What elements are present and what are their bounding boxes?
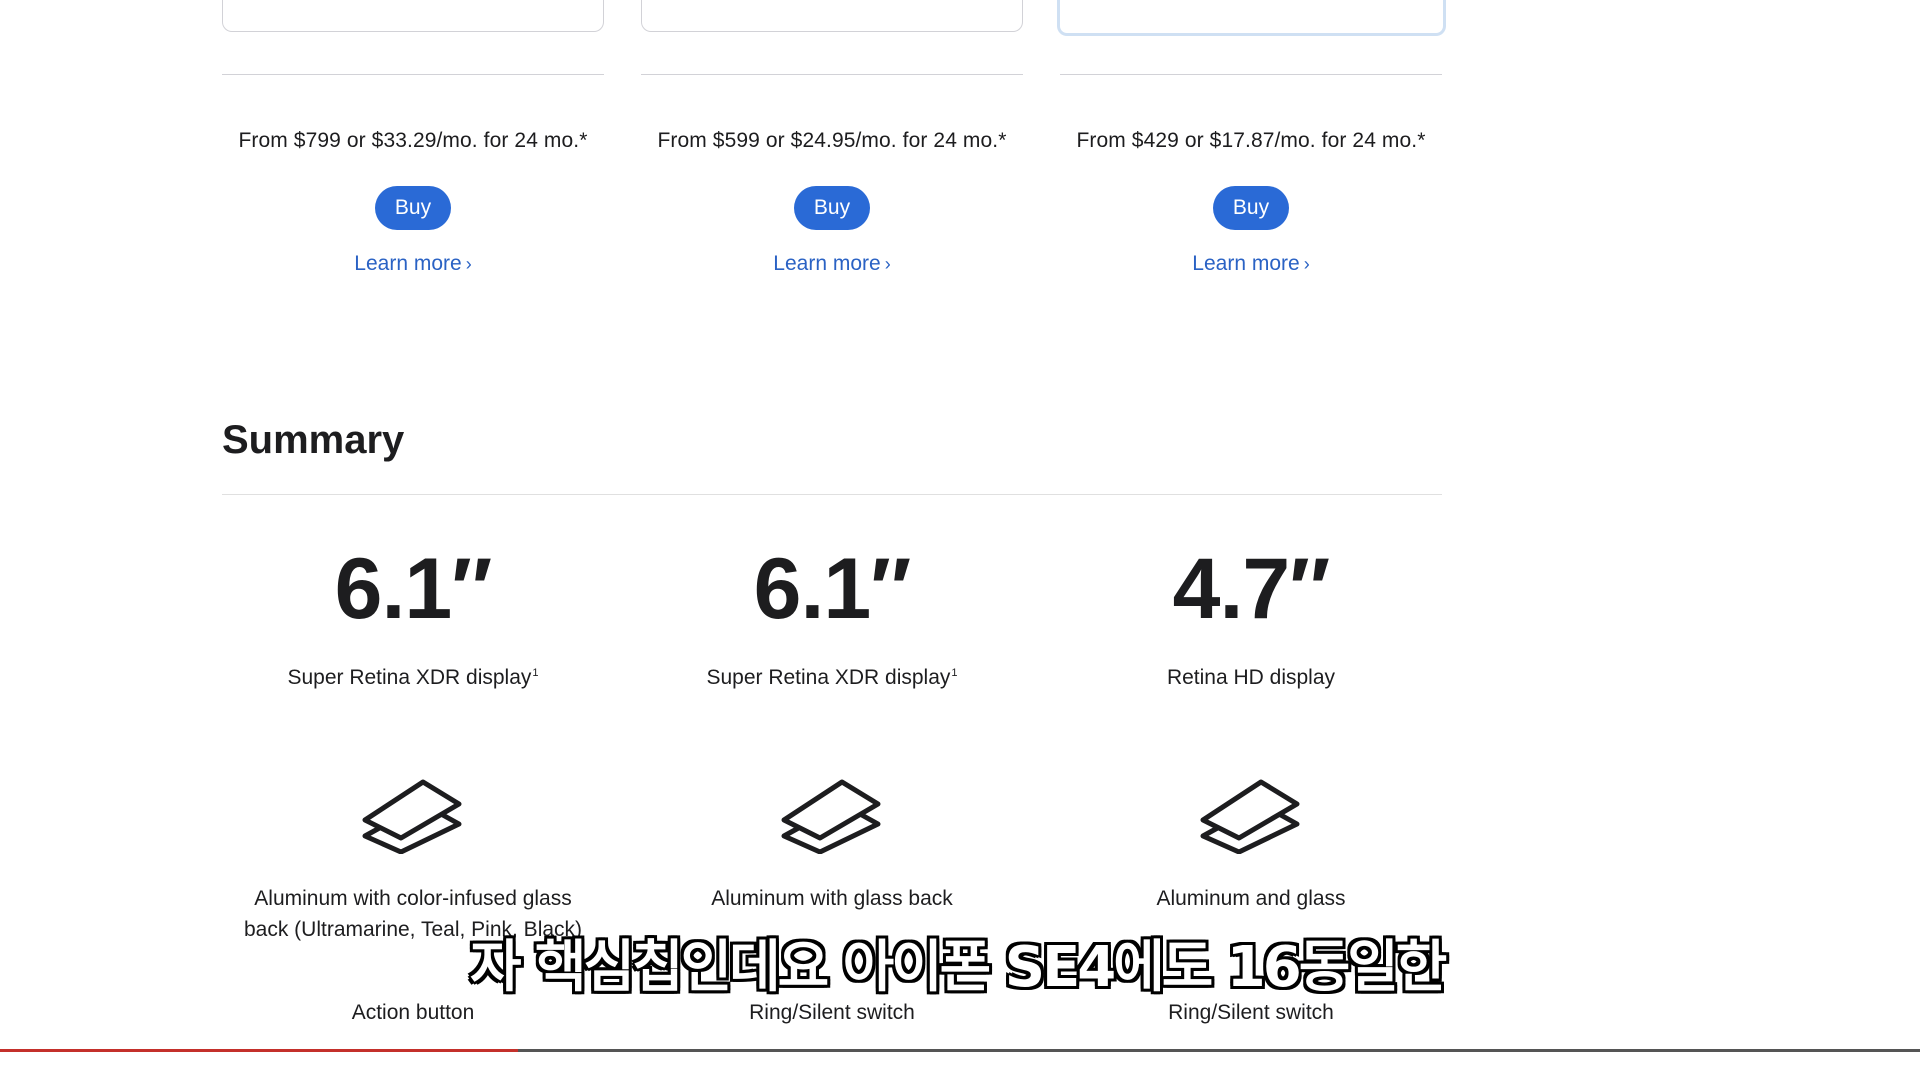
feature-text-2: Ring/Silent switch <box>749 1001 915 1024</box>
stacked-layers-icon <box>362 779 462 854</box>
screen-size-3: 4.7″ <box>1172 541 1331 637</box>
chevron-right-icon: › <box>884 254 891 274</box>
display-footnote-2: 1 <box>951 667 958 679</box>
summary-heading: Summary <box>222 418 405 462</box>
feature-text-3: Ring/Silent switch <box>1168 1001 1334 1024</box>
product-card-top-1 <box>222 0 604 32</box>
screen-size-1: 6.1″ <box>334 541 493 637</box>
column-divider-1 <box>222 74 604 75</box>
learn-more-link-2[interactable]: Learn more › <box>702 252 962 276</box>
display-type-2: Super Retina XDR display1 <box>632 666 1032 690</box>
column-divider-2 <box>641 74 1023 75</box>
buy-button-3[interactable]: Buy <box>1213 186 1289 230</box>
screen-size-2: 6.1″ <box>753 541 912 637</box>
buy-button-1[interactable]: Buy <box>375 186 451 230</box>
display-type-label-3: Retina HD display <box>1166 666 1336 689</box>
chevron-right-icon: › <box>465 254 472 274</box>
learn-more-link-3[interactable]: Learn more › <box>1121 252 1381 276</box>
column-divider-3 <box>1060 74 1442 75</box>
product-card-top-2 <box>641 0 1023 32</box>
bottom-strip <box>0 1052 1920 1080</box>
stacked-layers-icon <box>781 779 881 854</box>
display-type-1: Super Retina XDR display1 <box>213 666 613 690</box>
learn-more-label-3: Learn more <box>1192 252 1300 275</box>
feature-text-1: Action button <box>351 1001 475 1024</box>
display-type-3: Retina HD display <box>1051 666 1451 690</box>
summary-divider <box>222 494 1442 495</box>
learn-more-label-1: Learn more <box>354 252 462 275</box>
material-text-3: Aluminum and glass <box>1156 887 1346 910</box>
material-text-2: Aluminum with glass back <box>711 887 953 910</box>
stacked-layers-icon <box>1200 779 1300 854</box>
chevron-right-icon: › <box>1303 254 1310 274</box>
display-footnote-1: 1 <box>532 667 539 679</box>
display-type-label-2: Super Retina XDR display <box>706 666 951 689</box>
display-type-label-1: Super Retina XDR display <box>287 666 532 689</box>
video-subtitle: 자 핵심칩인데요 아이폰 SE4에도 16동일한 <box>470 935 1447 1000</box>
learn-more-label-2: Learn more <box>773 252 881 275</box>
buy-button-2[interactable]: Buy <box>794 186 870 230</box>
product-card-top-3 <box>1057 0 1446 36</box>
price-text-2: From $599 or $24.95/mo. for 24 mo.* <box>657 129 1007 152</box>
price-text-1: From $799 or $33.29/mo. for 24 mo.* <box>238 129 588 152</box>
learn-more-link-1[interactable]: Learn more › <box>283 252 543 276</box>
price-text-3: From $429 or $17.87/mo. for 24 mo.* <box>1076 129 1426 152</box>
